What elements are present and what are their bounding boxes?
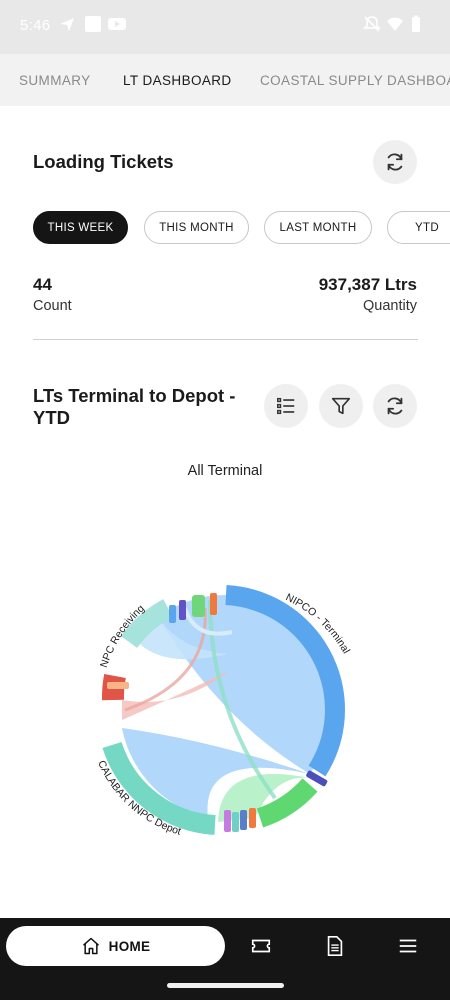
refresh-chart-button[interactable] xyxy=(373,384,417,428)
count-label: Count xyxy=(33,298,72,314)
chord-diagram: NIPCO - Terminal NPC Receiving CALABAR N… xyxy=(95,585,352,838)
segment-blue-top xyxy=(169,605,176,623)
refresh-icon xyxy=(387,397,403,415)
filter-this-month[interactable]: THIS MONTH xyxy=(144,211,249,244)
mute-icon xyxy=(363,16,381,32)
filter-last-month[interactable]: LAST MONTH xyxy=(264,211,372,244)
gesture-pill[interactable] xyxy=(167,983,284,988)
filter-button[interactable] xyxy=(319,384,363,428)
segment-orange-bottom xyxy=(249,808,256,828)
list-icon xyxy=(277,397,295,415)
refresh-icon xyxy=(387,153,403,171)
youtube-icon xyxy=(108,18,126,30)
segment-green-top xyxy=(192,595,205,617)
wifi-icon xyxy=(387,17,403,31)
refresh-tickets-button[interactable] xyxy=(373,140,417,184)
list-view-button[interactable] xyxy=(264,384,308,428)
status-bar: 5:46 xyxy=(0,0,450,54)
tab-coastal-supply-dashboard[interactable]: COASTAL SUPPLY DASHBOARD xyxy=(260,73,450,88)
home-button[interactable]: HOME xyxy=(6,926,225,966)
square-app-icon xyxy=(85,16,101,32)
segment-purple-top xyxy=(179,600,186,620)
segment-violet-bottom xyxy=(224,810,231,832)
tab-lt-dashboard[interactable]: LT DASHBOARD xyxy=(123,73,232,88)
menu-icon[interactable] xyxy=(397,935,419,957)
quantity-value: 937,387 Ltrs xyxy=(318,275,417,294)
battery-icon xyxy=(412,15,420,32)
navigation-arrow-icon xyxy=(60,18,74,31)
quantity-label: Quantity xyxy=(363,298,417,314)
terminal-chart-title-line1: LTs Terminal to Depot - xyxy=(33,385,236,406)
filter-ytd[interactable]: YTD xyxy=(387,211,450,244)
document-icon[interactable] xyxy=(324,935,346,957)
terminal-chart-title: LTs Terminal to Depot - YTD xyxy=(33,385,235,429)
segment-orange-top xyxy=(210,593,217,615)
filter-this-week[interactable]: THIS WEEK xyxy=(33,211,128,244)
ticket-icon[interactable] xyxy=(250,935,272,957)
section-divider xyxy=(33,339,418,340)
segment-orange-left xyxy=(107,682,129,689)
bottom-nav: HOME xyxy=(0,918,450,974)
dashboard-tabs: SUMMARY LT DASHBOARD COASTAL SUPPLY DASH… xyxy=(0,54,450,106)
count-value: 44 xyxy=(33,275,52,294)
terminal-chart-title-line2: YTD xyxy=(33,407,70,428)
home-icon xyxy=(82,937,99,955)
status-time: 5:46 xyxy=(20,17,51,34)
tab-summary[interactable]: SUMMARY xyxy=(19,73,91,88)
chart-subtitle: All Terminal xyxy=(187,463,263,479)
home-label: HOME xyxy=(108,938,151,954)
filter-icon xyxy=(331,397,351,415)
gesture-bar xyxy=(0,974,450,1000)
segment-teal-bottom xyxy=(232,812,239,832)
segment-blue-bottom xyxy=(240,810,247,830)
loading-tickets-title: Loading Tickets xyxy=(33,151,174,172)
